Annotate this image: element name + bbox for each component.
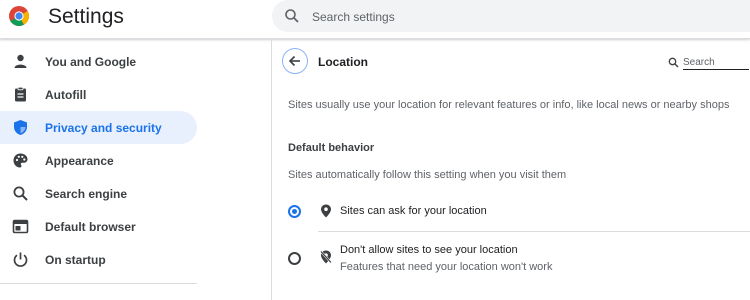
sidebar-item-privacy-and-security[interactable]: Privacy and security — [0, 111, 197, 144]
allow-location-radio[interactable] — [288, 205, 301, 218]
settings-search-input[interactable] — [310, 6, 714, 28]
sidebar-item-on-startup[interactable]: On startup — [0, 243, 200, 276]
settings-search-box[interactable] — [272, 0, 750, 32]
block-location-label[interactable]: Don't allow sites to see your location — [340, 244, 518, 256]
allow-location-label[interactable]: Sites can ask for your location — [340, 205, 487, 217]
sidebar-item-search-engine[interactable]: Search engine — [0, 177, 200, 210]
arrow-back-icon — [288, 55, 300, 67]
sidebar-item-label: On startup — [45, 252, 106, 267]
browser-icon — [12, 219, 29, 234]
app-title: Settings — [48, 5, 124, 28]
sidebar-item-label: Autofill — [45, 87, 87, 102]
page-title: Location — [318, 55, 368, 69]
section-heading: Default behavior — [288, 142, 375, 154]
location-off-icon — [320, 250, 332, 264]
sidebar-item-label: Appearance — [45, 153, 114, 168]
search-icon — [285, 9, 299, 23]
power-icon — [13, 252, 28, 267]
block-location-radio[interactable] — [288, 252, 301, 265]
sidebar-item-default-browser[interactable]: Default browser — [0, 210, 200, 243]
person-icon — [14, 54, 27, 68]
search-icon — [668, 57, 679, 68]
sidebar-item-autofill[interactable]: Autofill — [0, 78, 200, 111]
sidebar-divider — [0, 283, 197, 284]
option-divider — [318, 231, 750, 232]
search-icon — [13, 186, 28, 201]
shield-icon — [14, 120, 27, 135]
palette-icon — [13, 153, 28, 168]
sidebar-item-label: Search engine — [45, 186, 128, 201]
sidebar-item-label: You and Google — [45, 54, 137, 69]
clipboard-icon — [15, 86, 26, 102]
top-bar: Settings — [0, 0, 750, 39]
content-divider — [271, 38, 272, 300]
sidebar-item-appearance[interactable]: Appearance — [0, 144, 200, 177]
sidebar-item-label: Privacy and security — [45, 120, 162, 135]
page-description: Sites usually use your location for rele… — [288, 99, 730, 111]
block-location-sublabel: Features that need your location won't w… — [340, 261, 553, 273]
chrome-logo-icon — [9, 6, 29, 26]
location-pin-icon — [321, 204, 331, 218]
back-button[interactable] — [282, 48, 308, 74]
sidebar-item-label: Default browser — [45, 219, 136, 234]
location-search-input[interactable] — [683, 55, 749, 70]
location-search-box[interactable] — [668, 55, 750, 73]
section-description: Sites automatically follow this setting … — [288, 169, 567, 181]
sidebar: You and Google Autofill Privacy and secu… — [0, 45, 200, 276]
sidebar-item-you-and-google[interactable]: You and Google — [0, 45, 200, 78]
